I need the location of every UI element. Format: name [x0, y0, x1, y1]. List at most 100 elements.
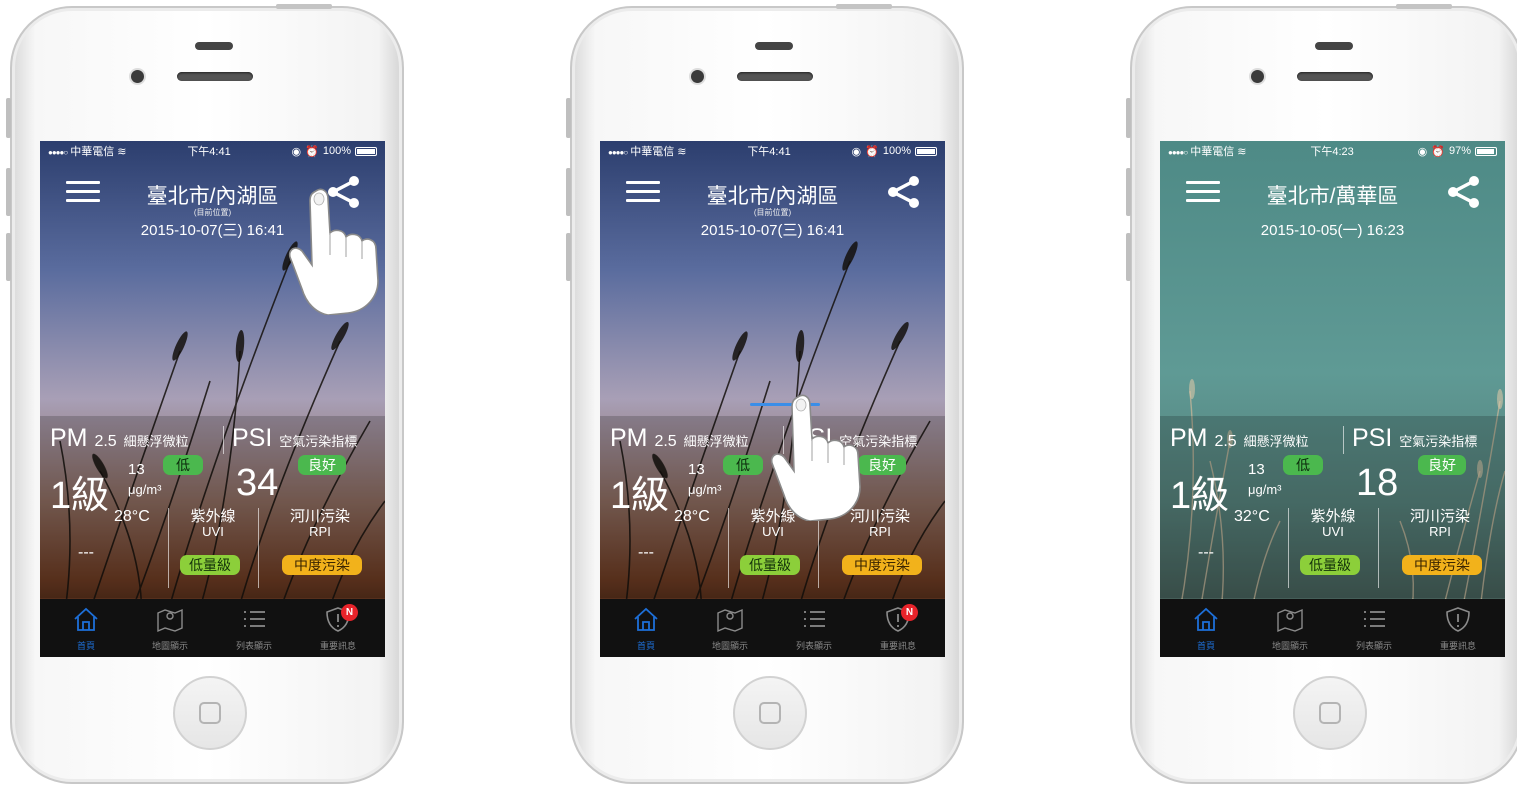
app-screen: ●●●●○ 中華電信 ≋ 下午4:41 ◉ ⏰ 100% 臺北市/內湖區 (目前位置… [600, 141, 945, 657]
mute-switch [1126, 98, 1131, 138]
alert-shield-icon [1446, 607, 1470, 632]
tab-list[interactable]: 列表顯示 [784, 605, 844, 652]
volume-down-button [1126, 233, 1131, 281]
pm25-value: 13 [128, 461, 145, 478]
tab-home[interactable]: 首頁 [56, 605, 116, 652]
earpiece-speaker [1297, 72, 1373, 81]
tab-label: 列表顯示 [795, 641, 832, 651]
pm25-title: PM 2.5 細懸浮微粒 [610, 424, 749, 452]
wifi-icon: ≋ [117, 146, 127, 158]
home-icon [1194, 607, 1218, 631]
pm25-unit: μg/m³ [128, 482, 162, 497]
swipe-gesture-hand [770, 391, 870, 526]
rpi-title: 河川污染 [1409, 508, 1470, 525]
rpi-subtitle: RPI [869, 524, 891, 539]
front-camera [131, 70, 144, 83]
tab-notices[interactable]: 重要訊息 [1428, 605, 1488, 652]
volume-up-button [1126, 168, 1131, 216]
rpi-badge: 中度污染 [1402, 555, 1482, 575]
tab-label: 重要訊息 [1439, 641, 1476, 651]
power-button [1396, 4, 1452, 9]
home-button[interactable] [1293, 676, 1367, 750]
tab-label: 重要訊息 [879, 641, 916, 651]
divider [728, 508, 729, 588]
pm25-level: 1級 [610, 475, 670, 517]
battery-icon [1475, 146, 1497, 156]
app-screen: ●●●●○ 中華電信 ≋ 下午4:23 ◉ ⏰ 97% 臺北市/萬華區 2015-1… [1160, 141, 1505, 657]
list-icon [804, 611, 825, 627]
tab-notices[interactable]: 重要訊息 N [868, 604, 928, 652]
home-button[interactable] [173, 676, 247, 750]
home-button[interactable] [733, 676, 807, 750]
map-icon [1277, 608, 1303, 633]
tab-notices[interactable]: 重要訊息 N [308, 604, 368, 652]
psi-title: PSI 空氣污染指標 [1352, 424, 1478, 452]
carrier: 中華電信 [630, 146, 675, 158]
tab-label: 地圖顯示 [1271, 641, 1308, 651]
extra-reading: --- [78, 544, 94, 561]
rpi-subtitle: RPI [309, 524, 331, 539]
mute-switch [566, 98, 571, 138]
rpi-badge: 中度污染 [282, 555, 362, 575]
rpi-subtitle: RPI [1429, 524, 1451, 539]
pm25-badge: 低 [723, 455, 763, 475]
temperature: 28°C [674, 508, 710, 525]
app-header: 臺北市/內湖區 (目前位置) 2015-10-07(三) 16:41 [600, 167, 945, 239]
volume-down-button [6, 233, 11, 281]
phone-mockup-2: ●●●●○ 中華電信 ≋ 下午4:41 ◉ ⏰ 100% 臺北市/內湖區 (目前位置… [566, 4, 964, 784]
tab-map[interactable]: 地圖顯示 [140, 605, 200, 652]
top-sensor [1315, 42, 1353, 50]
wifi-icon: ≋ [1237, 146, 1247, 158]
tab-home[interactable]: 首頁 [616, 605, 676, 652]
extra-reading: --- [1198, 544, 1214, 561]
uvi-subtitle: UVI [762, 524, 784, 539]
divider [258, 508, 259, 588]
tab-label: 首頁 [636, 641, 655, 651]
tab-home[interactable]: 首頁 [1176, 605, 1236, 652]
tab-label: 重要訊息 [319, 641, 356, 651]
pm25-value: 13 [688, 461, 705, 478]
share-icon[interactable] [1445, 175, 1481, 209]
tab-label: 地圖顯示 [151, 641, 188, 651]
pm25-badge: 低 [1283, 455, 1323, 475]
pm25-value: 13 [1248, 461, 1265, 478]
tab-bar: 首頁 地圖顯示 列表顯示 重要訊息 N [600, 599, 945, 657]
datetime: 2015-10-07(三) 16:41 [700, 222, 845, 239]
psi-title: PSI 空氣污染指標 [232, 424, 358, 452]
temperature: 32°C [1234, 508, 1270, 525]
pm25-title: PM 2.5 細懸浮微粒 [50, 424, 189, 452]
battery-percent: 100% [322, 145, 351, 157]
divider [1288, 508, 1289, 588]
share-icon[interactable] [885, 175, 921, 209]
datetime: 2015-10-05(一) 16:23 [1260, 222, 1405, 239]
pm25-badge: 低 [163, 455, 203, 475]
lock-rotation-icon: ◉ [291, 145, 302, 158]
power-button [276, 4, 332, 9]
air-quality-panel: PM 2.5 細懸浮微粒 PSI 空氣污染指標 1級 13 μg/m³ 低 18… [1160, 416, 1505, 598]
notice-badge: N [341, 604, 358, 621]
battery-icon [914, 146, 937, 156]
tab-bar: 首頁 地圖顯示 列表顯示 重要訊息 [1160, 599, 1505, 657]
pm25-unit: μg/m³ [688, 482, 722, 497]
psi-value: 34 [236, 462, 279, 504]
air-quality-panel: PM 2.5 細懸浮微粒 PSI 空氣污染指標 1級 13 μg/m³ 低 34… [40, 416, 385, 598]
tab-list[interactable]: 列表顯示 [224, 605, 284, 652]
divider [1343, 426, 1344, 454]
carrier: 中華電信 [70, 146, 115, 158]
alarm-icon: ⏰ [1431, 145, 1445, 158]
rpi-title: 河川污染 [289, 508, 350, 525]
status-bar: ●●●●○ 中華電信 ≋ 下午4:41 ◉ ⏰ 100% [600, 141, 945, 161]
temperature: 28°C [114, 508, 150, 525]
tab-bar: 首頁 地圖顯示 列表顯示 重要訊息 N [40, 599, 385, 657]
tab-map[interactable]: 地圖顯示 [700, 605, 760, 652]
status-time: 下午4:23 [1310, 146, 1354, 158]
pm25-title: PM 2.5 細懸浮微粒 [1170, 424, 1309, 452]
tab-list[interactable]: 列表顯示 [1344, 605, 1404, 652]
uvi-badge: 低量級 [740, 555, 800, 575]
home-icon [74, 607, 98, 631]
status-bar: ●●●●○ 中華電信 ≋ 下午4:23 ◉ ⏰ 97% [1160, 141, 1505, 161]
wifi-icon: ≋ [677, 146, 687, 158]
front-camera [691, 70, 704, 83]
tab-map[interactable]: 地圖顯示 [1260, 605, 1320, 652]
tab-label: 地圖顯示 [711, 641, 748, 651]
